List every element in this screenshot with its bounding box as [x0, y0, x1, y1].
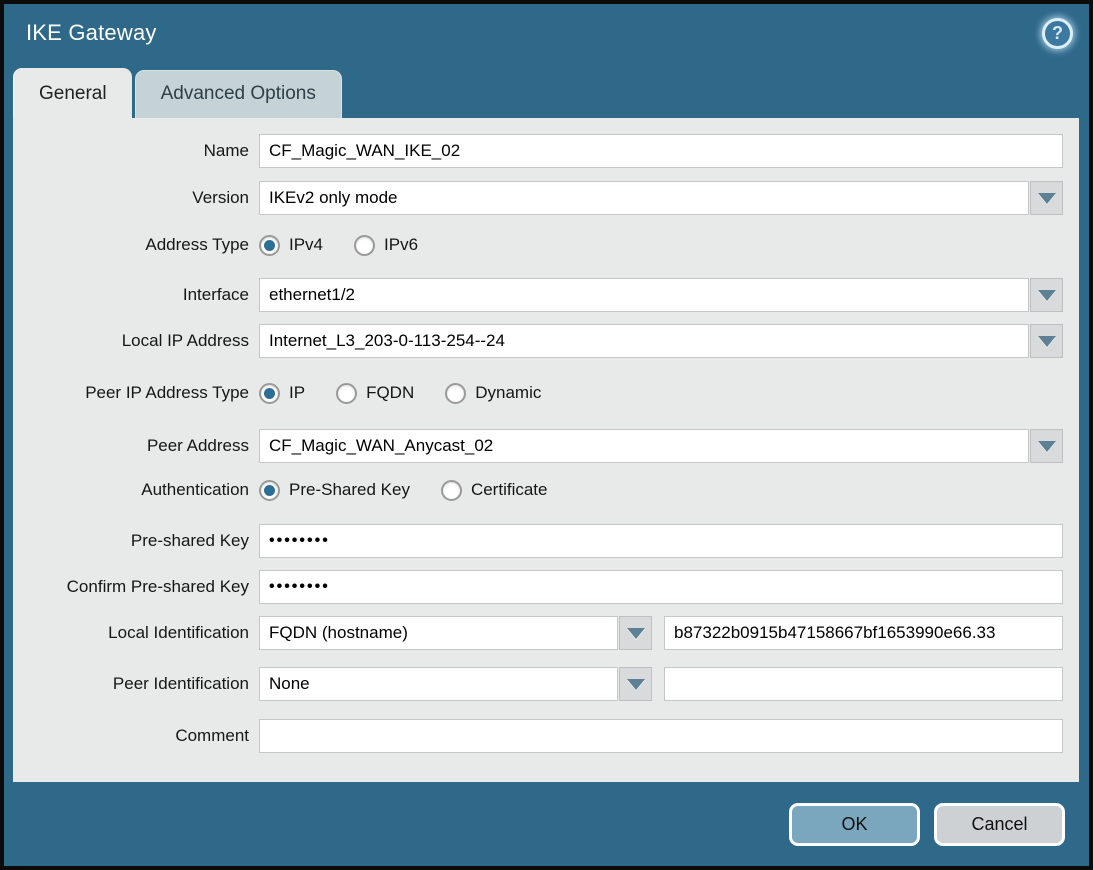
cancel-button[interactable]: Cancel [934, 803, 1065, 846]
address-type-label: Address Type [13, 235, 259, 255]
peer-address-input[interactable] [259, 429, 1029, 463]
interface-input[interactable] [259, 278, 1029, 312]
form-row-local-ip-address: Local IP Address [13, 324, 1063, 358]
pre-shared-key-label: Pre-shared Key [13, 531, 259, 551]
radio-label: IPv4 [289, 235, 323, 255]
form-row-pre-shared-key: Pre-shared Key [13, 524, 1063, 558]
radio-label: IPv6 [384, 235, 418, 255]
local-identification-label: Local Identification [13, 623, 259, 643]
local-ip-address-input[interactable] [259, 324, 1029, 358]
peer-address-label: Peer Address [13, 436, 259, 456]
form-row-comment: Comment [13, 719, 1063, 753]
interface-label: Interface [13, 285, 259, 305]
local-ip-address-label: Local IP Address [13, 331, 259, 351]
local-identification-type-input[interactable] [259, 616, 618, 650]
general-tab-panel: Name Version Address Type IPv4 [13, 118, 1079, 782]
radio-option-pre-shared-key[interactable]: Pre-Shared Key [259, 480, 410, 501]
peer-identification-type-input[interactable] [259, 667, 618, 701]
peer-address-dropdown-button[interactable] [1030, 429, 1063, 463]
chevron-down-icon [1038, 441, 1056, 452]
version-dropdown-button[interactable] [1030, 181, 1063, 215]
form-row-address-type: Address Type IPv4 IPv6 [13, 230, 1063, 260]
dialog-title: IKE Gateway [26, 20, 157, 46]
radio-option-ip[interactable]: IP [259, 383, 305, 404]
confirm-pre-shared-key-label: Confirm Pre-shared Key [13, 577, 259, 597]
radio-label: Dynamic [475, 383, 541, 403]
help-icon[interactable]: ? [1042, 18, 1073, 49]
radio-icon [354, 235, 375, 256]
name-input[interactable] [259, 134, 1063, 168]
name-label: Name [13, 141, 259, 161]
form-row-authentication: Authentication Pre-Shared Key Certificat… [13, 475, 1063, 505]
radio-icon [259, 480, 280, 501]
comment-label: Comment [13, 726, 259, 746]
peer-identification-value-input[interactable] [664, 667, 1063, 701]
radio-label: IP [289, 383, 305, 403]
tab-bar: General Advanced Options [4, 62, 1089, 118]
dialog-titlebar: IKE Gateway ? [4, 4, 1089, 62]
chevron-down-icon [627, 628, 645, 639]
radio-option-certificate[interactable]: Certificate [441, 480, 548, 501]
radio-label: Certificate [471, 480, 548, 500]
form-row-interface: Interface [13, 278, 1063, 312]
local-ip-address-dropdown-button[interactable] [1030, 324, 1063, 358]
chevron-down-icon [1038, 290, 1056, 301]
authentication-label: Authentication [13, 480, 259, 500]
form-row-confirm-pre-shared-key: Confirm Pre-shared Key [13, 570, 1063, 604]
radio-option-ipv4[interactable]: IPv4 [259, 235, 323, 256]
form-row-peer-address: Peer Address [13, 429, 1063, 463]
peer-identification-label: Peer Identification [13, 674, 259, 694]
peer-ip-address-type-label: Peer IP Address Type [13, 383, 259, 403]
chevron-down-icon [1038, 193, 1056, 204]
version-input[interactable] [259, 181, 1029, 215]
tab-advanced-options[interactable]: Advanced Options [135, 70, 342, 118]
form-row-version: Version [13, 181, 1063, 215]
radio-icon [336, 383, 357, 404]
radio-icon [259, 235, 280, 256]
tab-general[interactable]: General [13, 68, 132, 118]
ok-button[interactable]: OK [789, 803, 920, 846]
form-row-peer-identification: Peer Identification [13, 667, 1063, 701]
local-identification-value-input[interactable] [664, 616, 1063, 650]
interface-dropdown-button[interactable] [1030, 278, 1063, 312]
comment-input[interactable] [259, 719, 1063, 753]
radio-label: Pre-Shared Key [289, 480, 410, 500]
radio-label: FQDN [366, 383, 414, 403]
radio-option-ipv6[interactable]: IPv6 [354, 235, 418, 256]
radio-icon [445, 383, 466, 404]
peer-identification-dropdown-button[interactable] [619, 667, 652, 701]
radio-icon [259, 383, 280, 404]
radio-option-fqdn[interactable]: FQDN [336, 383, 414, 404]
form-row-peer-ip-address-type: Peer IP Address Type IP FQDN Dynamic [13, 378, 1063, 408]
pre-shared-key-input[interactable] [259, 524, 1063, 558]
ike-gateway-dialog: IKE Gateway ? General Advanced Options N… [0, 0, 1093, 870]
version-label: Version [13, 188, 259, 208]
form-row-local-identification: Local Identification [13, 616, 1063, 650]
chevron-down-icon [1038, 336, 1056, 347]
dialog-footer: OK Cancel [4, 782, 1089, 866]
radio-option-dynamic[interactable]: Dynamic [445, 383, 541, 404]
chevron-down-icon [627, 679, 645, 690]
confirm-pre-shared-key-input[interactable] [259, 570, 1063, 604]
local-identification-dropdown-button[interactable] [619, 616, 652, 650]
form-row-name: Name [13, 134, 1063, 168]
radio-icon [441, 480, 462, 501]
